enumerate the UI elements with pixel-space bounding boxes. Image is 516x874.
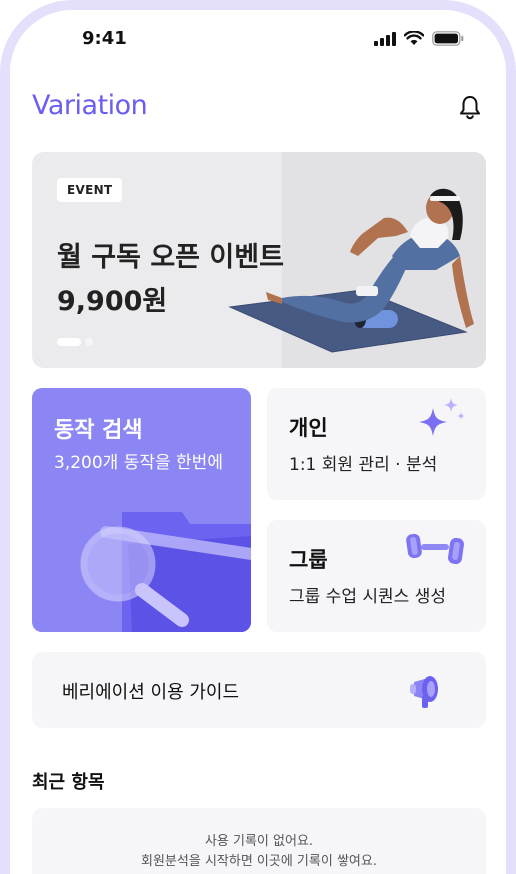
banner-title: 월 구독 오픈 이벤트 9,900원 — [57, 236, 284, 324]
page-dot-active — [57, 338, 81, 346]
event-badge: EVENT — [57, 178, 123, 202]
usage-guide-label: 베리에이션 이용 가이드 — [62, 682, 240, 703]
page-dot — [85, 338, 93, 346]
banner-title-line1: 월 구독 오픈 이벤트 — [57, 242, 284, 273]
status-icons — [374, 31, 464, 46]
bell-icon[interactable] — [456, 93, 484, 121]
folder-search-icon — [80, 512, 251, 632]
banner-title-line2: 9,900원 — [57, 286, 168, 317]
wifi-icon — [404, 31, 424, 45]
personal-card[interactable]: 개인 1:1 회원 관리 · 분석 — [267, 388, 486, 500]
app-screen: 9:41 Variation EVENT 월 구독 오픈 이벤트 9,900원 … — [10, 10, 506, 874]
battery-icon — [432, 31, 464, 46]
megaphone-icon — [410, 676, 438, 708]
group-subtitle: 그룹 수업 시퀀스 생성 — [289, 587, 446, 607]
signal-icon — [374, 31, 396, 46]
recent-empty-line1: 사용 기록이 없어요. — [204, 834, 314, 849]
status-bar: 9:41 — [10, 28, 506, 54]
group-title: 그룹 — [289, 548, 328, 572]
status-time: 9:41 — [82, 28, 127, 49]
group-card[interactable]: 그룹 그룹 수업 시퀀스 생성 — [267, 520, 486, 632]
personal-subtitle: 1:1 회원 관리 · 분석 — [289, 455, 438, 475]
personal-title: 개인 — [289, 416, 328, 440]
sparkle-icon — [419, 398, 465, 436]
page-indicator — [57, 338, 93, 346]
event-banner[interactable]: EVENT 월 구독 오픈 이벤트 9,900원 — [32, 152, 486, 368]
motion-search-card[interactable]: 동작 검색 3,200개 동작을 한번에 — [32, 388, 251, 632]
app-logo: Variation — [32, 90, 148, 121]
recent-section-title: 최근 항목 — [32, 772, 105, 793]
dumbbell-icon — [406, 533, 464, 565]
usage-guide-card[interactable]: 베리에이션 이용 가이드 — [32, 652, 486, 728]
recent-empty-line2: 회원분석을 시작하면 이곳에 기록이 쌓여요. — [141, 854, 377, 869]
recent-empty-state: 사용 기록이 없어요. 회원분석을 시작하면 이곳에 기록이 쌓여요. — [32, 808, 486, 874]
